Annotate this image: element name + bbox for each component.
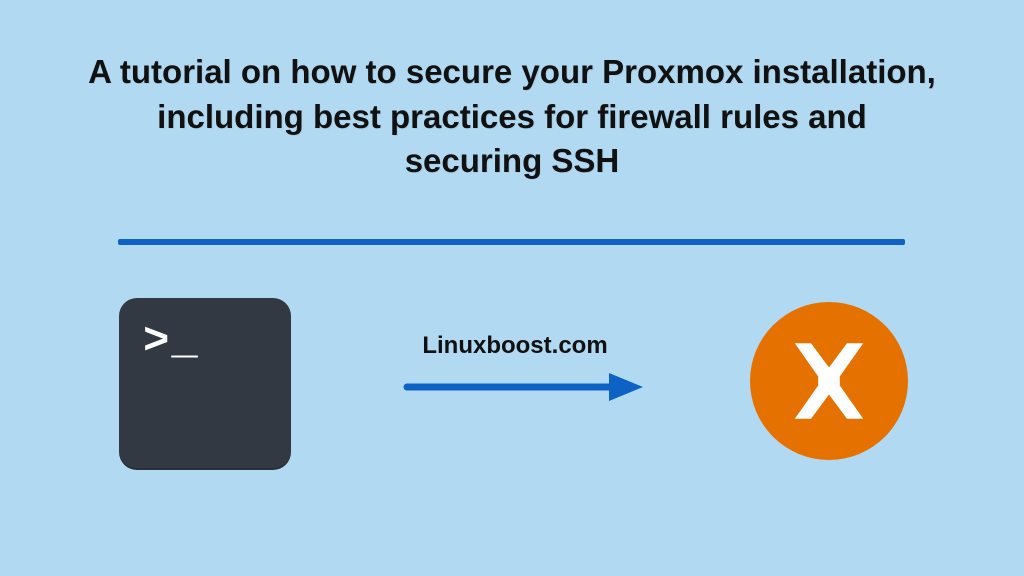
proxmox-logo <box>750 302 908 460</box>
divider-line <box>118 239 905 245</box>
terminal-icon: >_ <box>119 298 291 470</box>
middle-group: Linuxboost.com <box>350 332 680 409</box>
arrow-right-icon <box>403 370 643 404</box>
terminal-prompt: >_ <box>143 320 200 364</box>
site-label: Linuxboost.com <box>350 332 680 360</box>
proxmox-x-icon <box>784 336 874 426</box>
page-title: A tutorial on how to secure your Proxmox… <box>87 50 937 184</box>
